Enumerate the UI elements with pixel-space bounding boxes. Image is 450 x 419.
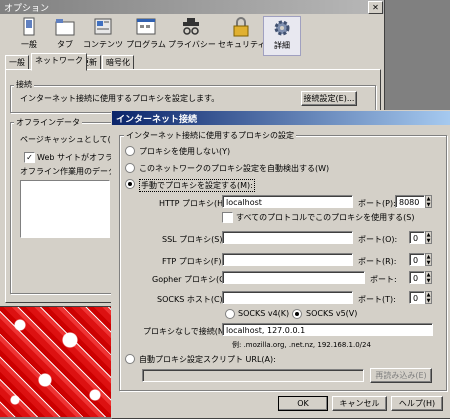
- gopher-proxy-input[interactable]: [222, 271, 365, 284]
- toolbar-label: セキュリティ: [218, 40, 266, 49]
- ftp-proxy-input[interactable]: [222, 253, 353, 266]
- offline-apps-list[interactable]: [20, 180, 110, 238]
- ssl-port-label: ポート(O):: [358, 235, 398, 244]
- help-button[interactable]: ヘルプ(H): [391, 396, 443, 411]
- http-proxy-label: HTTP プロキシ(H):: [159, 199, 229, 208]
- tabs-icon: [54, 17, 76, 37]
- http-proxy-input[interactable]: localhost: [222, 195, 353, 208]
- radio-no-proxy-label: プロキシを使用しない(Y): [139, 147, 231, 156]
- radio-no-proxy[interactable]: [125, 146, 135, 156]
- toolbar-label: プログラム: [126, 40, 166, 49]
- http-port-spinner[interactable]: ▲ ▼: [425, 195, 432, 208]
- no-proxy-label: プロキシなしで接続(N):: [143, 327, 230, 336]
- connection-settings-button[interactable]: 接続設定(E)...: [301, 91, 357, 106]
- socks-port-spinner[interactable]: ▲ ▼: [425, 291, 432, 304]
- options-title: オプション: [4, 4, 50, 14]
- toolbar-label: 詳細: [274, 41, 290, 50]
- security-icon: [230, 17, 252, 37]
- ftp-port-spinner[interactable]: ▲ ▼: [425, 253, 432, 266]
- connection-settings-dialog: インターネット接続 インターネット接続に使用するプロキシの設定 プロキシを使用し…: [111, 110, 450, 419]
- socks-port-label: ポート(T):: [358, 295, 396, 304]
- toolbar-label: コンテンツ: [83, 40, 123, 49]
- close-icon[interactable]: ✕: [368, 1, 383, 14]
- general-icon: [18, 17, 40, 37]
- tab-general[interactable]: 一般: [5, 55, 29, 70]
- socks-v4-label: SOCKS v4(K): [238, 309, 290, 318]
- socks-host-label: SOCKS ホスト(C):: [157, 295, 226, 304]
- ftp-port-label: ポート(R):: [358, 257, 397, 266]
- connection-group-label: 接続: [14, 79, 34, 90]
- programs-icon: [135, 17, 157, 37]
- no-proxy-example: 例: .mozilla.org, .net.nz, 192.168.1.0/24: [232, 341, 371, 349]
- desktop-background-image: [0, 300, 112, 417]
- tab-encryption[interactable]: 暗号化: [102, 55, 134, 70]
- options-titlebar: オプション ✕: [0, 0, 384, 14]
- pac-url-input[interactable]: [142, 369, 364, 382]
- gopher-port-label: ポート:: [370, 275, 397, 284]
- same-proxy-label: すべてのプロトコルでこのプロキシを使用する(S): [236, 213, 415, 222]
- tab-network[interactable]: ネットワーク: [31, 53, 87, 71]
- radio-socks-v4[interactable]: [225, 309, 235, 319]
- advanced-icon: [271, 18, 293, 38]
- ok-button[interactable]: OK: [278, 396, 328, 411]
- reload-button[interactable]: 再読み込み(E): [370, 368, 432, 383]
- cache-label: ページキャッシュとして(L): [20, 135, 119, 144]
- toolbar-advanced[interactable]: 詳細: [263, 16, 301, 56]
- http-port-label: ポート(P):: [358, 199, 396, 208]
- http-port-input[interactable]: 8080: [395, 195, 425, 208]
- radio-auto-detect[interactable]: [125, 163, 135, 173]
- no-proxy-input[interactable]: localhost, 127.0.0.1: [222, 323, 433, 336]
- radio-pac[interactable]: [125, 354, 135, 364]
- toolbar-content[interactable]: コンテンツ: [80, 16, 126, 54]
- socks-host-input[interactable]: [222, 291, 353, 304]
- toolbar-privacy[interactable]: プライバシー: [168, 16, 216, 54]
- radio-auto-detect-label: このネットワークのプロキシ設定を自動検出する(W): [139, 164, 330, 173]
- radio-manual[interactable]: [125, 179, 135, 189]
- socks-v5-label: SOCKS v5(V): [306, 309, 358, 318]
- connection-description: インターネット接続に使用するプロキシを設定します。: [20, 94, 220, 103]
- content-icon: [92, 17, 114, 37]
- privacy-icon: [180, 17, 202, 37]
- offline-apps-label: オフライン作業用のデータを: [20, 167, 124, 176]
- ssl-proxy-label: SSL プロキシ(S):: [162, 235, 226, 244]
- ssl-proxy-input[interactable]: [222, 231, 353, 244]
- offline-group-label: オフラインデータ: [14, 117, 82, 128]
- gopher-proxy-label: Gopher プロキシ(G):: [152, 275, 232, 284]
- ssl-port-spinner[interactable]: ▲ ▼: [425, 231, 432, 244]
- radio-pac-label: 自動プロキシ設定スクリプト URL(A):: [139, 355, 276, 364]
- dialog-title: インターネット接続: [116, 115, 198, 125]
- socks-port-input[interactable]: 0: [409, 291, 425, 304]
- ftp-port-input[interactable]: 0: [409, 253, 425, 266]
- ftp-proxy-label: FTP プロキシ(F):: [162, 257, 225, 266]
- toolbar-label: プライバシー: [168, 40, 216, 49]
- gopher-port-input[interactable]: 0: [409, 271, 425, 284]
- website-offline-checkbox[interactable]: ✓: [24, 152, 35, 163]
- dialog-titlebar: インターネット接続: [112, 111, 450, 125]
- cancel-button[interactable]: キャンセル: [332, 396, 387, 411]
- toolbar-programs[interactable]: プログラム: [123, 16, 169, 54]
- gopher-port-spinner[interactable]: ▲ ▼: [425, 271, 432, 284]
- proxy-settings-group-label: インターネット接続に使用するプロキシの設定: [124, 130, 296, 141]
- toolbar-security[interactable]: セキュリティ: [218, 16, 266, 54]
- radio-socks-v5[interactable]: [292, 309, 302, 319]
- same-proxy-checkbox[interactable]: [222, 212, 233, 223]
- radio-manual-label: 手動でプロキシを設定する(M):: [139, 179, 255, 192]
- ssl-port-input[interactable]: 0: [409, 231, 425, 244]
